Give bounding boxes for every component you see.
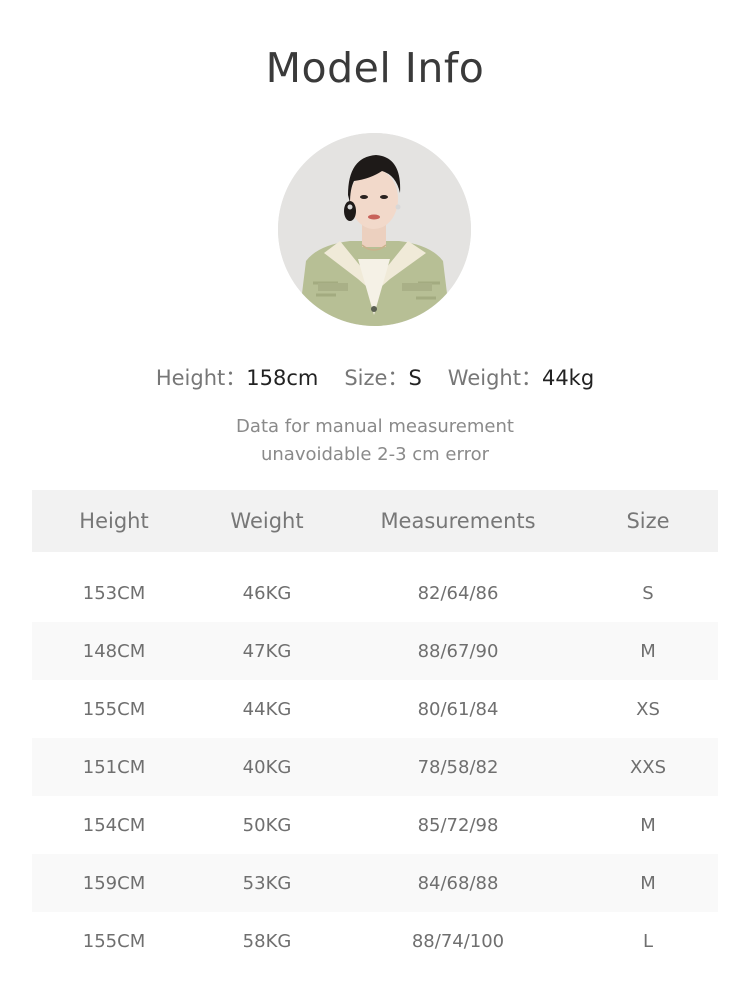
model-photo <box>278 133 471 326</box>
size-table: Height Weight Measurements Size 153CM 46… <box>32 490 718 970</box>
cell-size: XS <box>636 698 660 720</box>
cell-size: XXS <box>629 756 667 778</box>
cell-weight: 46KG <box>242 582 292 604</box>
table-row: 155CM 44KG 80/61/84 XS <box>32 680 718 738</box>
model-size-value: S <box>408 366 422 390</box>
cell-height: 155CM <box>82 930 146 952</box>
cell-height: 148CM <box>82 640 146 662</box>
table-row: 151CM 40KG 78/58/82 XXS <box>32 738 718 796</box>
note-line-2: unavoidable 2-3 cm error <box>260 444 490 465</box>
cell-measurements: 82/64/86 <box>417 582 499 604</box>
cell-measurements: 88/74/100 <box>411 930 505 952</box>
model-height-label: Height： <box>155 366 247 390</box>
cell-height: 155CM <box>82 698 146 720</box>
table-row: 159CM 53KG 84/68/88 M <box>32 854 718 912</box>
table-row: 154CM 50KG 85/72/98 M <box>32 796 718 854</box>
model-size: Size：S <box>344 362 421 392</box>
cell-size: M <box>640 640 656 662</box>
model-size-label: Size： <box>344 366 409 390</box>
cell-weight: 44KG <box>242 698 292 720</box>
table-row: 153CM 46KG 82/64/86 S <box>32 564 718 622</box>
cell-size: M <box>640 872 656 894</box>
cell-weight: 47KG <box>242 640 292 662</box>
cell-height: 159CM <box>82 872 146 894</box>
cell-weight: 40KG <box>242 756 292 778</box>
cell-height: 153CM <box>82 582 146 604</box>
model-weight-value: 44kg <box>541 366 595 390</box>
cell-size: S <box>642 582 654 604</box>
header-size: Size <box>626 509 670 533</box>
header-weight: Weight <box>230 509 304 533</box>
model-height-value: 158cm <box>246 366 319 390</box>
table-row: 155CM 58KG 88/74/100 L <box>32 912 718 970</box>
header-measurements: Measurements <box>380 509 536 533</box>
note-line-1: Data for manual measurement <box>236 416 514 437</box>
model-weight-label: Weight： <box>447 366 542 390</box>
cell-measurements: 78/58/82 <box>417 756 499 778</box>
cell-weight: 53KG <box>242 872 292 894</box>
cell-height: 154CM <box>82 814 146 836</box>
model-height: Height：158cm <box>156 362 319 392</box>
cell-measurements: 84/68/88 <box>417 872 499 894</box>
cell-measurements: 88/67/90 <box>417 640 499 662</box>
model-weight: Weight：44kg <box>448 362 594 392</box>
header-height: Height <box>79 509 149 533</box>
cell-size: L <box>642 930 654 952</box>
page-title: Model Info <box>265 44 485 92</box>
cell-weight: 50KG <box>242 814 292 836</box>
table-row: 148CM 47KG 88/67/90 M <box>32 622 718 680</box>
cell-measurements: 80/61/84 <box>417 698 499 720</box>
cell-measurements: 85/72/98 <box>417 814 499 836</box>
cell-size: M <box>640 814 656 836</box>
model-portrait-illustration <box>278 133 471 326</box>
table-header: Height Weight Measurements Size <box>32 490 718 552</box>
model-stats: Height：158cm Size：S Weight：44kg <box>0 362 750 392</box>
cell-weight: 58KG <box>242 930 292 952</box>
measurement-note: Data for manual measurement unavoidable … <box>0 413 750 469</box>
cell-height: 151CM <box>82 756 146 778</box>
